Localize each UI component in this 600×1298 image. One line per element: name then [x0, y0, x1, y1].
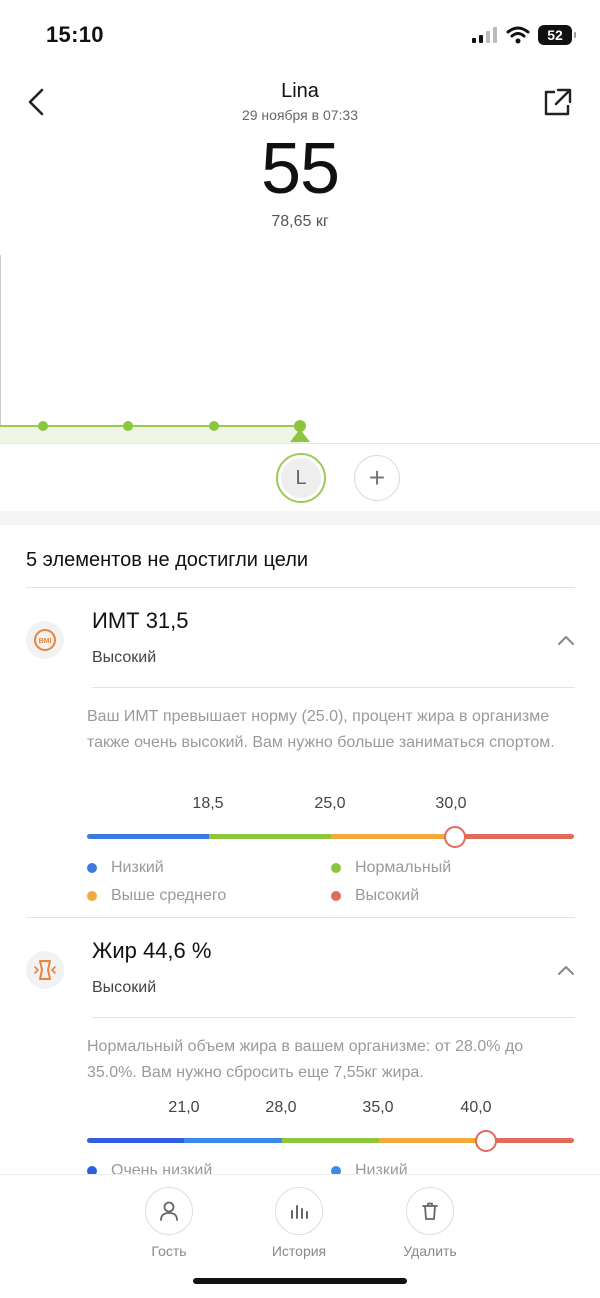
metric-title: Жир 44,6 % [92, 938, 212, 963]
person-icon[interactable] [145, 1187, 193, 1235]
legend-dot [331, 891, 341, 901]
user-name: Lina [281, 80, 319, 102]
graph-point [123, 421, 133, 431]
scale-tick: 21,0 [168, 1099, 200, 1116]
history-graph[interactable] [0, 255, 600, 445]
metric-description: Ваш ИМТ превышает норму (25.0), процент … [87, 708, 555, 751]
graph-point [38, 421, 48, 431]
guest-label: Гость [151, 1243, 187, 1259]
trash-icon[interactable] [406, 1187, 454, 1235]
divider [92, 687, 575, 688]
legend-item: Выше среднего [87, 887, 226, 905]
graph-point [209, 421, 219, 431]
scale-tick: 30,0 [435, 795, 467, 812]
body-fat-icon [26, 951, 64, 989]
chevron-up-icon[interactable] [556, 963, 576, 977]
history-button[interactable]: История [254, 1187, 344, 1259]
bmi-icon-text: BMI [39, 638, 52, 645]
metric-status: Высокий [92, 649, 157, 666]
legend-item: Нормальный [331, 859, 451, 877]
signal-icon [472, 27, 497, 43]
guest-button[interactable]: Гость [124, 1187, 214, 1259]
status-icons: 52 [472, 24, 576, 46]
section-separator [0, 511, 600, 525]
weight-value: 78,65 кг [271, 213, 329, 230]
metric-status: Высокий [92, 979, 157, 996]
divider [26, 917, 575, 918]
scale-segment [452, 834, 574, 839]
divider [26, 587, 575, 588]
legend-label: Выше среднего [111, 887, 227, 904]
current-user-avatar[interactable]: L [276, 453, 326, 503]
legend-label: Высокий [355, 887, 420, 904]
history-label: История [271, 1243, 327, 1259]
chevron-up-icon[interactable] [556, 633, 576, 647]
scale-tick: 28,0 [265, 1099, 297, 1116]
scale-segment [281, 1138, 380, 1143]
fat-scale-bar [87, 1138, 574, 1143]
legend-dot [87, 863, 97, 873]
legend-dot [331, 863, 341, 873]
delete-label: Удалить [403, 1243, 457, 1259]
bmi-icon: BMI [26, 621, 64, 659]
scale-segment [208, 834, 331, 839]
delete-button[interactable]: Удалить [385, 1187, 475, 1259]
scale-segment [330, 834, 453, 839]
graph-divider [0, 443, 600, 444]
legend-label: Низкий [111, 859, 164, 876]
status-time: 15:10 [46, 22, 104, 47]
main-value: 55 [260, 129, 340, 209]
avatar-initial: L [281, 458, 321, 498]
metric-description: Нормальный объем жира в вашем организме:… [87, 1038, 524, 1081]
scale-tick: 35,0 [362, 1099, 394, 1116]
divider [92, 1017, 575, 1018]
legend-dot [87, 891, 97, 901]
scale-segment [184, 1138, 282, 1143]
legend-item: Высокий [331, 887, 419, 905]
legend-item: Низкий [87, 859, 164, 877]
scale-tick: 25,0 [314, 795, 346, 812]
scale-segment [87, 1138, 185, 1143]
bar-chart-icon[interactable] [275, 1187, 323, 1235]
wifi-icon [506, 26, 530, 44]
scale-tick: 18,5 [192, 795, 224, 812]
scale-segment [87, 834, 209, 839]
section-title: 5 элементов не достигли цели [26, 549, 309, 571]
add-user-button[interactable]: + [354, 455, 400, 501]
legend-label: Нормальный [355, 859, 452, 876]
bmi-scale-bar [87, 834, 574, 839]
home-indicator [193, 1278, 407, 1284]
metric-title: ИМТ 31,5 [92, 608, 189, 633]
bmi-marker [443, 826, 466, 848]
scale-segment [379, 1138, 477, 1143]
scale-tick: 40,0 [460, 1099, 492, 1116]
fat-marker [475, 1130, 498, 1152]
battery-indicator: 52 [538, 25, 576, 45]
measurement-date: 29 ноября в 07:33 [241, 107, 359, 123]
